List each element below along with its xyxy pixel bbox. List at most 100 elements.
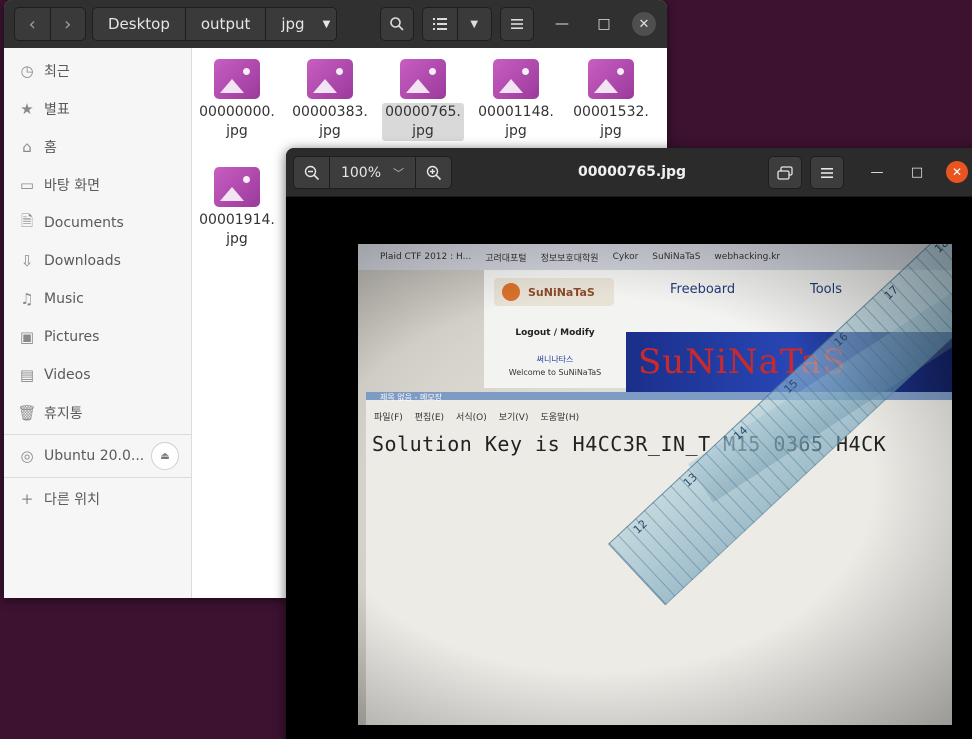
photo-notepad-menu-item: 파일(F) [374,413,403,423]
sidebar-item-label: 바탕 화면 [44,178,100,194]
sidebar-item-starred[interactable]: ★ 별표 [4,90,191,128]
file-name-line: jpg [505,123,527,139]
breadcrumb-output[interactable]: output [184,8,265,40]
trash-icon: 🗑 [17,404,37,422]
file-item[interactable]: 00001148. jpg [471,48,561,141]
sidebar-item-videos[interactable]: ▤ Videos [4,356,191,394]
close-button[interactable]: ✕ [632,12,656,36]
photo-browser-bookmarks: Plaid CTF 2012 : H... 고려대포털 정보보호대학원 Cyko… [358,244,952,270]
sidebar-item-trash[interactable]: 🗑 휴지통 [4,394,191,432]
ruler-number: 14 [731,423,751,443]
viewer-menu-button[interactable] [810,156,844,189]
file-manager-headerbar: ‹ › Desktop output jpg ▼ ▼ — □ ✕ [4,0,667,48]
maximize-button[interactable]: □ [906,161,928,183]
photo-notepad-menu-item: 도움말(H) [540,413,580,423]
file-name-line: jpg [319,123,341,139]
photo-notepad-menu-item: 서식(O) [456,413,487,423]
sidebar-item-pictures[interactable]: ▣ Pictures [4,318,191,356]
file-name-line: 00000383. [292,104,368,120]
sidebar-item-downloads[interactable]: ⇩ Downloads [4,242,191,280]
photo-site-logo: SuNiNaTaS [494,278,614,306]
file-item-selected[interactable]: 00000765. jpg [378,48,468,141]
file-name-line: 00000000. [199,104,275,120]
history-nav-group: ‹ › [14,7,86,41]
sidebar-divider [4,434,191,435]
image-file-icon [214,167,260,207]
photo-bookmark: webhacking.kr [714,252,781,262]
photo-notepad-menu-item: 편집(E) [414,413,445,423]
file-name-line: 00001532. [573,104,649,120]
image-file-icon [400,59,446,99]
sidebar-item-label: Documents [44,215,124,231]
desktop-icon: ▭ [19,176,35,194]
sidebar-item-label: 다른 위치 [44,492,100,508]
sidebar-item-label: Downloads [44,253,121,269]
file-name-line: jpg [412,123,434,139]
sidebar-item-recent[interactable]: ◷ 최근 [4,52,191,90]
file-name-line: 00001148. [478,104,554,120]
photo-bookmark: Plaid CTF 2012 : H... [380,252,472,262]
ruler-number: 15 [781,376,801,396]
maximize-icon: □ [910,164,924,180]
photo-welcome-text: Welcome to SuNiNaTaS [508,368,602,377]
list-view-button[interactable] [423,8,457,40]
slideshow-button[interactable] [768,156,802,189]
close-icon: ✕ [638,16,650,32]
documents-icon: 🗎 [20,211,34,230]
forward-icon[interactable]: › [49,8,86,40]
star-icon: ★ [20,100,34,118]
image-file-icon [214,59,260,99]
maximize-button[interactable]: □ [592,12,616,36]
minimize-button[interactable]: — [866,161,888,183]
sidebar-item-documents[interactable]: 🗎 Documents [4,204,191,242]
image-file-icon [307,59,353,99]
minimize-icon: — [870,164,884,180]
breadcrumb-jpg[interactable]: jpg ▼ [265,8,340,40]
ruler-number: 17 [881,283,901,303]
minimize-button[interactable]: — [550,12,574,36]
image-viewer-window: 100% ﹀ 00000765.jpg — □ ✕ Plaid CTF 2012… [286,148,972,739]
sidebar-item-label: 홈 [44,140,57,156]
displayed-photo: Plaid CTF 2012 : H... 고려대포털 정보보호대학원 Cyko… [358,244,952,725]
pictures-icon: ▣ [19,328,35,346]
file-item[interactable]: 00000383. jpg [285,48,375,141]
disc-icon: ◎ [20,447,34,465]
close-button[interactable]: ✕ [946,161,968,183]
sidebar-item-home[interactable]: ⌂ 홈 [4,128,191,166]
sidebar-item-other-locations[interactable]: + 다른 위치 [4,480,191,518]
ruler-number: 13 [680,470,701,490]
photo-bookmark: 정보보호대학원 [540,253,599,264]
breadcrumb-jpg-label: jpg [281,15,305,33]
hamburger-menu-icon [821,167,833,178]
file-name-line: 00001914. [199,212,275,228]
eject-icon[interactable]: ⏏ [151,442,179,470]
sidebar-item-music[interactable]: ♫ Music [4,280,191,318]
search-button[interactable] [380,7,414,41]
photo-nav-tools: Tools [810,282,843,297]
breadcrumb: Desktop output jpg ▼ [92,7,337,41]
back-icon[interactable]: ‹ [15,8,50,40]
photo-notepad-menu: 파일(F) 편집(E) 서식(O) 보기(V) 도움말(H) [366,410,579,423]
file-item[interactable]: 00001914. jpg [192,156,282,249]
music-icon: ♫ [20,290,34,308]
photo-bookmark: Cykor [612,252,639,262]
file-name: 00001148. jpg [475,103,557,141]
photo-bookmark: SuNiNaTaS [652,252,701,262]
sidebar-item-desktop[interactable]: ▭ 바탕 화면 [4,166,191,204]
breadcrumb-desktop[interactable]: Desktop [93,8,185,40]
sidebar-item-drive[interactable]: ◎ Ubuntu 20.0... ⏏ [4,437,191,475]
file-item[interactable]: 00001532. jpg [566,48,656,141]
chevron-down-icon: ▼ [322,18,331,30]
image-file-icon [493,59,539,99]
photo-login-link: Logout / Modify [515,328,595,338]
main-menu-button[interactable] [500,7,534,41]
file-item[interactable]: 00000000. jpg [192,48,282,141]
file-name: 00000000. jpg [196,103,278,141]
sidebar-item-label: 최근 [44,64,70,80]
photo-korean-name: 써니나타스 [536,355,574,364]
ruler-number: 18 [932,244,952,256]
view-options-dropdown[interactable]: ▼ [456,8,492,40]
sidebar-item-label: 별표 [44,102,70,118]
list-icon [432,18,447,30]
minimize-icon: — [555,16,569,32]
